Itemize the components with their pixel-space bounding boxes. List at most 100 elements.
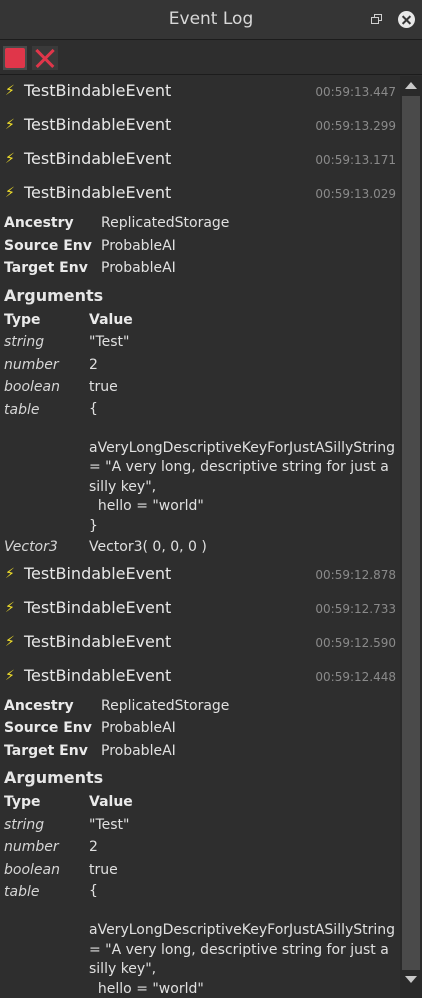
argument-row: number 2 (4, 354, 400, 377)
argument-value: "Test" (89, 334, 130, 350)
argument-value: Vector3( 0, 0, 0 ) (89, 539, 207, 555)
event-row[interactable]: ⚡ TestBindableEvent 00:59:13.029 (0, 178, 400, 212)
argument-type: number (4, 839, 59, 855)
argument-row: Vector3 Vector3( 0, 0, 0 ) (4, 536, 400, 559)
detail-row: Source Env ProbableAI (4, 717, 400, 740)
event-name: TestBindableEvent (24, 665, 172, 685)
argument-type: boolean (4, 861, 60, 878)
argument-value: true (89, 861, 118, 878)
argument-value: { aVeryLongDescriptiveKeyForJustASillySt… (89, 400, 396, 534)
argument-type: string (4, 334, 45, 350)
argument-row: string "Test" (4, 331, 400, 354)
title-bar: Event Log (0, 0, 422, 40)
event-timestamp: 00:59:13.447 (315, 85, 396, 99)
event-timestamp: 00:59:13.171 (315, 153, 396, 167)
value-column-header: Value (89, 311, 133, 328)
event-row[interactable]: ⚡ TestBindableEvent 00:59:13.447 (0, 76, 400, 110)
event-row[interactable]: ⚡ TestBindableEvent 00:59:13.171 (0, 144, 400, 178)
detail-row: Target Env ProbableAI (4, 740, 400, 763)
event-timestamp: 00:59:12.733 (315, 601, 396, 616)
argument-type: table (4, 401, 40, 418)
detail-value: ProbableAI (101, 742, 176, 759)
argument-value: "Test" (89, 816, 130, 833)
detail-key: Target Env (4, 260, 88, 276)
value-column-header: Value (89, 794, 133, 810)
scroll-thumb[interactable] (402, 96, 420, 970)
scrollbar[interactable] (400, 76, 422, 998)
argument-type: table (4, 884, 40, 900)
argument-row: string "Test" (4, 814, 400, 837)
window-title: Event Log (168, 9, 254, 29)
argument-type: number (4, 356, 59, 373)
detail-key: Source Env (4, 720, 92, 736)
argument-row: boolean true (4, 376, 400, 399)
detail-value: ProbableAI (101, 237, 176, 254)
event-name: TestBindableEvent (24, 563, 172, 583)
detail-key: Target Env (4, 742, 88, 759)
arguments-heading: Arguments (4, 285, 104, 305)
argument-row: boolean true (4, 859, 400, 882)
detail-key: Ancestry (4, 697, 74, 714)
lightning-icon: ⚡ (5, 633, 15, 650)
event-details: Ancestry ReplicatedStorage Source Env Proba… (0, 212, 400, 559)
event-timestamp: 00:59:12.878 (315, 567, 396, 582)
stop-icon (5, 48, 25, 68)
toolbar (0, 41, 422, 75)
restore-icon[interactable] (369, 12, 385, 28)
lightning-icon: ⚡ (5, 565, 15, 582)
argument-row: table { aVeryLongDescriptiveKeyForJustASi… (4, 399, 400, 537)
detail-value: ProbableAI (101, 720, 176, 736)
lightning-icon: ⚡ (5, 185, 15, 201)
event-name: TestBindableEvent (24, 115, 172, 134)
scroll-up-icon[interactable] (405, 82, 417, 89)
stop-button[interactable] (3, 46, 27, 70)
argument-value: { aVeryLongDescriptiveKeyForJustASillySt… (89, 883, 396, 997)
detail-row: Source Env ProbableAI (4, 235, 400, 258)
detail-value: ReplicatedStorage (101, 697, 230, 714)
detail-row: Target Env ProbableAI (4, 257, 400, 280)
arguments-header-row: Type Value (4, 309, 400, 332)
event-name: TestBindableEvent (24, 631, 172, 651)
event-row[interactable]: ⚡ TestBindableEvent 00:59:12.448 (0, 661, 400, 695)
argument-value: true (89, 379, 118, 395)
event-name: TestBindableEvent (24, 149, 172, 168)
detail-key: Ancestry (4, 215, 74, 231)
detail-key: Source Env (4, 237, 92, 254)
argument-type: Vector3 (4, 539, 58, 555)
event-name: TestBindableEvent (24, 81, 172, 100)
lightning-icon: ⚡ (5, 667, 15, 684)
event-details: Ancestry ReplicatedStorage Source Env Proba… (0, 695, 400, 998)
event-row[interactable]: ⚡ TestBindableEvent 00:59:12.733 (0, 593, 400, 627)
lightning-icon: ⚡ (5, 83, 15, 99)
type-column-header: Type (4, 794, 41, 810)
detail-row: Ancestry ReplicatedStorage (4, 212, 400, 235)
argument-row: table { aVeryLongDescriptiveKeyForJustASi… (4, 881, 400, 998)
lightning-icon: ⚡ (5, 151, 15, 167)
event-timestamp: 00:59:12.590 (315, 635, 396, 650)
argument-type: string (4, 816, 45, 833)
close-icon[interactable] (398, 11, 415, 28)
detail-value: ReplicatedStorage (101, 215, 230, 231)
event-timestamp: 00:59:13.029 (315, 187, 396, 201)
argument-value: 2 (89, 839, 98, 855)
scroll-down-icon[interactable] (405, 976, 417, 983)
event-log-list[interactable]: ⚡ TestBindableEvent 00:59:13.447 ⚡ TestBinda… (0, 76, 400, 998)
arguments-heading: Arguments (4, 768, 104, 787)
lightning-icon: ⚡ (5, 599, 15, 616)
arguments-header-row: Type Value (4, 791, 400, 814)
event-row[interactable]: ⚡ TestBindableEvent 00:59:12.590 (0, 627, 400, 661)
argument-type: boolean (4, 379, 60, 395)
argument-row: number 2 (4, 836, 400, 859)
event-row[interactable]: ⚡ TestBindableEvent 00:59:12.878 (0, 559, 400, 593)
clear-button[interactable] (32, 46, 58, 70)
event-timestamp: 00:59:13.299 (315, 119, 396, 133)
detail-value: ProbableAI (101, 260, 176, 276)
lightning-icon: ⚡ (5, 117, 15, 133)
detail-row: Ancestry ReplicatedStorage (4, 695, 400, 718)
event-name: TestBindableEvent (24, 183, 172, 202)
event-timestamp: 00:59:12.448 (315, 669, 396, 684)
argument-value: 2 (89, 356, 98, 373)
event-name: TestBindableEvent (24, 597, 172, 617)
type-column-header: Type (4, 311, 41, 328)
event-row[interactable]: ⚡ TestBindableEvent 00:59:13.299 (0, 110, 400, 144)
